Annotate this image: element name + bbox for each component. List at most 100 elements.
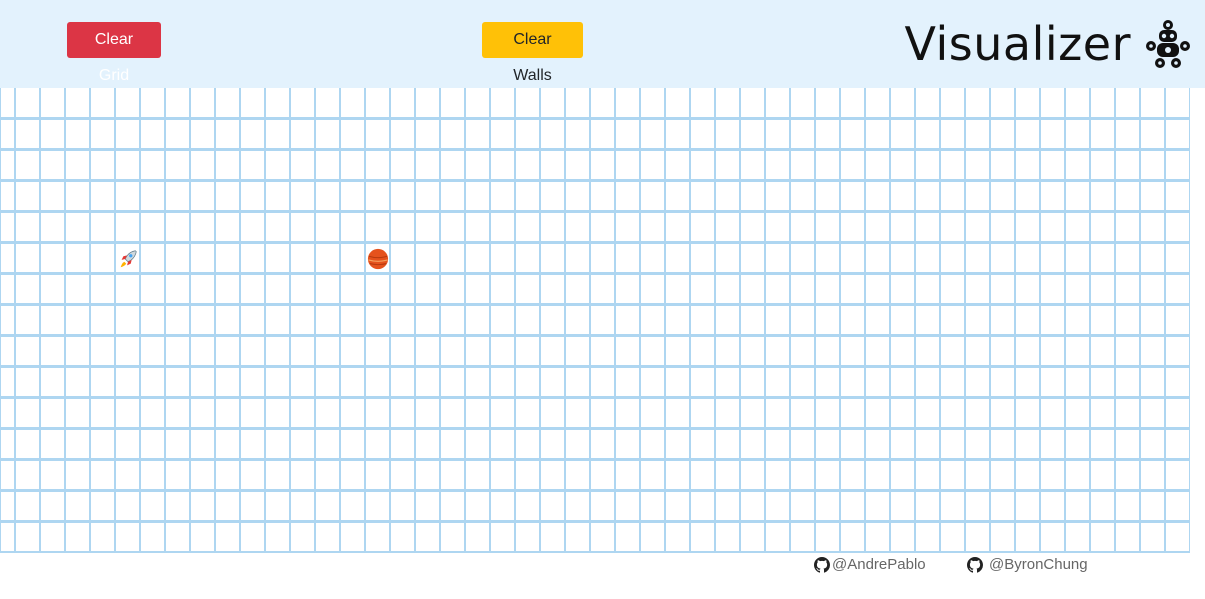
grid-cell[interactable] [265, 429, 290, 460]
grid-cell[interactable] [390, 88, 415, 119]
grid-cell[interactable] [40, 119, 65, 150]
grid-cell[interactable] [1090, 305, 1115, 336]
grid-cell[interactable] [140, 367, 165, 398]
grid-cell[interactable] [690, 212, 715, 243]
grid-cell[interactable] [890, 522, 915, 553]
grid-cell[interactable] [65, 212, 90, 243]
grid-cell[interactable] [890, 212, 915, 243]
grid-cell[interactable] [465, 212, 490, 243]
grid-cell[interactable] [440, 460, 465, 491]
grid-cell[interactable] [615, 460, 640, 491]
grid-cell[interactable] [965, 336, 990, 367]
grid-cell[interactable] [515, 212, 540, 243]
grid-cell[interactable] [440, 88, 465, 119]
grid-cell[interactable] [1015, 212, 1040, 243]
grid-cell[interactable] [915, 274, 940, 305]
grid-cell[interactable] [1090, 212, 1115, 243]
grid-cell[interactable] [15, 243, 40, 274]
grid-cell[interactable] [65, 367, 90, 398]
grid-cell[interactable] [840, 119, 865, 150]
grid-cell[interactable] [40, 460, 65, 491]
grid-cell[interactable] [365, 305, 390, 336]
grid-cell[interactable] [215, 150, 240, 181]
grid-cell[interactable] [315, 119, 340, 150]
grid-cell[interactable] [465, 522, 490, 553]
grid-cell[interactable] [490, 398, 515, 429]
grid-cell[interactable] [440, 150, 465, 181]
grid-cell[interactable] [1015, 243, 1040, 274]
grid-cell[interactable] [290, 243, 315, 274]
grid-cell[interactable] [440, 522, 465, 553]
grid-cell[interactable] [915, 243, 940, 274]
grid-cell[interactable] [515, 243, 540, 274]
grid-cell[interactable] [15, 336, 40, 367]
grid-cell[interactable] [390, 367, 415, 398]
grid-cell[interactable] [65, 491, 90, 522]
grid-cell[interactable] [240, 305, 265, 336]
grid-cell[interactable] [90, 522, 115, 553]
grid-cell[interactable] [0, 336, 15, 367]
grid-cell[interactable] [215, 522, 240, 553]
grid-cell[interactable] [940, 491, 965, 522]
grid-cell[interactable] [915, 305, 940, 336]
grid-cell[interactable] [865, 491, 890, 522]
grid-cell[interactable] [1090, 460, 1115, 491]
grid-cell[interactable] [590, 88, 615, 119]
grid-cell[interactable] [390, 305, 415, 336]
grid-cell[interactable] [190, 367, 215, 398]
grid-cell[interactable] [190, 522, 215, 553]
grid-cell[interactable] [1115, 398, 1140, 429]
grid-cell[interactable] [840, 150, 865, 181]
grid-cell[interactable] [115, 88, 140, 119]
grid-cell[interactable] [815, 88, 840, 119]
grid-cell[interactable] [240, 181, 265, 212]
grid-cell[interactable] [415, 243, 440, 274]
grid-cell[interactable] [215, 305, 240, 336]
grid-cell[interactable] [140, 398, 165, 429]
grid-cell[interactable] [1140, 491, 1165, 522]
grid-cell[interactable] [240, 522, 265, 553]
grid-cell[interactable] [890, 305, 915, 336]
grid-cell[interactable] [515, 367, 540, 398]
grid-cell[interactable] [65, 522, 90, 553]
grid-cell[interactable] [440, 491, 465, 522]
grid-cell[interactable] [340, 398, 365, 429]
grid-cell[interactable] [590, 274, 615, 305]
grid-cell[interactable] [790, 150, 815, 181]
grid-cell[interactable] [40, 522, 65, 553]
grid-cell[interactable] [615, 119, 640, 150]
grid-cell[interactable] [1165, 88, 1190, 119]
grid-cell[interactable] [740, 491, 765, 522]
grid-cell[interactable] [40, 150, 65, 181]
grid-cell[interactable] [40, 212, 65, 243]
clear-grid-button[interactable]: Clear Grid [67, 22, 161, 84]
grid-cell[interactable] [815, 243, 840, 274]
grid-cell[interactable] [565, 150, 590, 181]
grid-cell[interactable] [765, 491, 790, 522]
grid-cell[interactable] [990, 119, 1015, 150]
grid-cell[interactable] [290, 367, 315, 398]
grid-cell[interactable] [990, 274, 1015, 305]
grid-cell[interactable] [290, 336, 315, 367]
grid-cell[interactable] [490, 212, 515, 243]
grid-cell[interactable] [215, 243, 240, 274]
grid-cell[interactable] [140, 150, 165, 181]
grid-cell[interactable] [115, 491, 140, 522]
grid-cell[interactable] [415, 429, 440, 460]
grid-cell[interactable] [715, 522, 740, 553]
grid-cell[interactable] [715, 305, 740, 336]
grid-cell[interactable] [1065, 119, 1090, 150]
grid-cell[interactable] [990, 212, 1015, 243]
grid-cell[interactable] [265, 491, 290, 522]
grid-cell[interactable] [790, 243, 815, 274]
grid-cell[interactable] [165, 119, 190, 150]
grid-cell[interactable] [1040, 367, 1065, 398]
grid-cell[interactable] [265, 398, 290, 429]
grid-cell[interactable] [765, 243, 790, 274]
grid-cell[interactable] [715, 336, 740, 367]
grid-cell[interactable] [265, 150, 290, 181]
grid-cell[interactable] [840, 305, 865, 336]
grid-cell[interactable] [15, 305, 40, 336]
grid-cell[interactable] [40, 274, 65, 305]
grid-cell[interactable] [365, 181, 390, 212]
